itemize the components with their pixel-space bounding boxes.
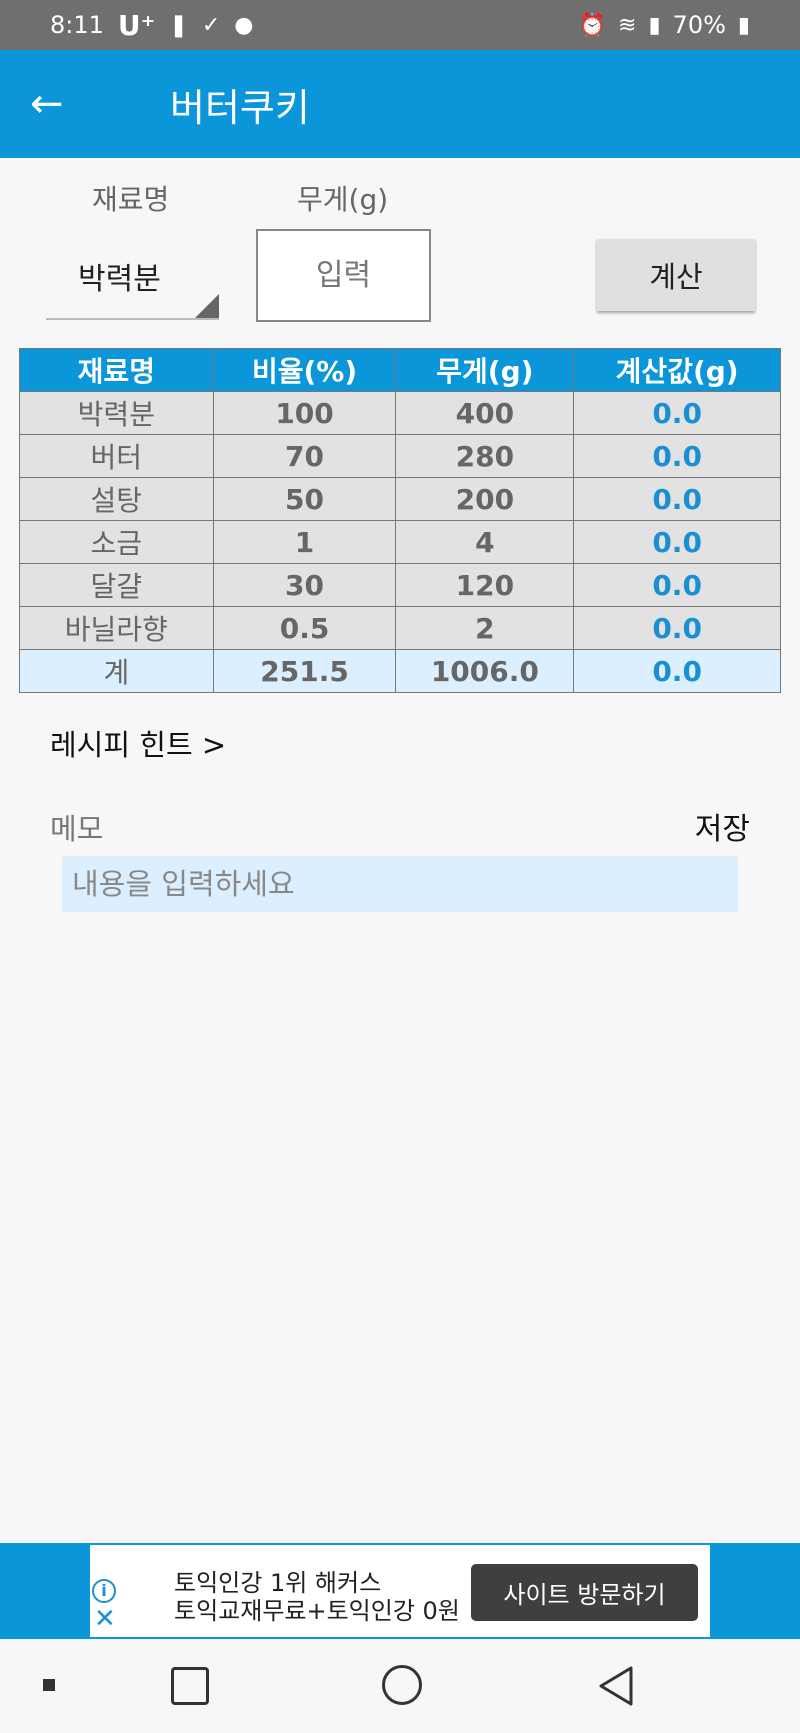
- table-total-row: 계 251.5 1006.0 0.0: [19, 649, 781, 693]
- system-nav-bar: [0, 1639, 800, 1733]
- ad-banner: i ✕ 토익인강 1위 해커스 토익교재무료+토익인강 0원 사이트 방문하기: [0, 1543, 800, 1639]
- cell-name: 박력분: [19, 391, 214, 435]
- table-header-row: 재료명 비율(%) 무게(g) 계산값(g): [19, 348, 781, 392]
- memo-input[interactable]: [62, 856, 738, 912]
- recent-apps-icon[interactable]: [171, 1667, 209, 1705]
- ad-visit-button[interactable]: 사이트 방문하기: [471, 1564, 698, 1621]
- close-icon[interactable]: ✕: [94, 1606, 116, 1632]
- calculate-button[interactable]: 계산: [597, 239, 755, 311]
- status-time: 8:11: [50, 11, 104, 39]
- dropdown-triangle-icon: [195, 294, 219, 318]
- memo-label: 메모: [50, 812, 104, 846]
- table-row: 바닐라향 0.5 2 0.0: [19, 606, 781, 650]
- cell-name: 달걀: [19, 563, 214, 607]
- cell-weight: 4: [395, 520, 575, 564]
- nav-back-icon[interactable]: [596, 1665, 636, 1707]
- total-weight: 1006.0: [395, 649, 575, 693]
- info-icon[interactable]: i: [92, 1579, 116, 1603]
- cell-ratio: 30: [212, 563, 397, 607]
- carrier-label: U⁺: [117, 8, 156, 42]
- cell-weight: 200: [395, 477, 575, 521]
- nav-dot-icon[interactable]: [43, 1679, 55, 1691]
- cell-name: 바닐라향: [19, 606, 214, 650]
- table-row: 박력분 100 400 0.0: [19, 391, 781, 435]
- table-row: 소금 1 4 0.0: [19, 520, 781, 564]
- cell-ratio: 1: [212, 520, 397, 564]
- signal-icon: ▮: [648, 12, 661, 38]
- recipe-hint-link[interactable]: 레시피 힌트 >: [50, 722, 226, 764]
- header-ratio: 비율(%): [212, 348, 397, 392]
- cell-weight: 280: [395, 434, 575, 478]
- cell-ratio: 50: [212, 477, 397, 521]
- table-row: 설탕 50 200 0.0: [19, 477, 781, 521]
- cell-ratio: 100: [212, 391, 397, 435]
- status-left: 8:11 U⁺ ❚ ✓ ●: [50, 9, 254, 42]
- status-right: ⏰ ≋ ▮ 70% ▮: [579, 11, 750, 39]
- ingredient-spinner[interactable]: 박력분: [46, 240, 219, 320]
- header-ingredient: 재료명: [19, 348, 214, 392]
- cell-name: 버터: [19, 434, 214, 478]
- save-button[interactable]: 저장: [695, 804, 750, 848]
- cell-calc: 0.0: [573, 391, 781, 435]
- header-weight: 무게(g): [395, 348, 575, 392]
- chat-bubble-icon: ●: [234, 12, 254, 38]
- cell-calc: 0.0: [573, 434, 781, 478]
- home-icon[interactable]: [382, 1665, 422, 1705]
- table-row: 달걀 30 120 0.0: [19, 563, 781, 607]
- cell-weight: 2: [395, 606, 575, 650]
- cell-name: 설탕: [19, 477, 214, 521]
- table-row: 버터 70 280 0.0: [19, 434, 781, 478]
- cell-calc: 0.0: [573, 477, 781, 521]
- cell-calc: 0.0: [573, 606, 781, 650]
- battery-percent: 70%: [672, 11, 726, 39]
- cell-name: 소금: [19, 520, 214, 564]
- wifi-icon: ≋: [618, 12, 637, 38]
- header-calc: 계산값(g): [573, 348, 781, 392]
- ad-content[interactable]: i ✕ 토익인강 1위 해커스 토익교재무료+토익인강 0원 사이트 방문하기: [90, 1545, 710, 1637]
- alarm-icon: ⏰: [578, 12, 606, 38]
- cell-weight: 120: [395, 563, 575, 607]
- ad-description: 토익교재무료+토익인강 0원: [174, 1597, 460, 1625]
- weight-label: 무게(g): [297, 183, 389, 216]
- selected-ingredient: 박력분: [78, 262, 161, 297]
- total-name: 계: [19, 649, 214, 693]
- recipe-table: 재료명 비율(%) 무게(g) 계산값(g) 박력분 100 400 0.0 버…: [19, 348, 781, 693]
- pill-icon: ❚: [169, 12, 188, 38]
- cell-weight: 400: [395, 391, 575, 435]
- back-arrow-icon[interactable]: ←: [30, 84, 100, 124]
- cell-ratio: 70: [212, 434, 397, 478]
- ingredient-label: 재료명: [92, 183, 170, 216]
- check-icon: ✓: [201, 12, 221, 38]
- cell-calc: 0.0: [573, 563, 781, 607]
- app-bar: ← 버터쿠키: [0, 50, 800, 158]
- page-title: 버터쿠키: [170, 85, 310, 130]
- cell-ratio: 0.5: [212, 606, 397, 650]
- battery-icon: ▮: [737, 12, 750, 38]
- status-bar: 8:11 U⁺ ❚ ✓ ● ⏰ ≋ ▮ 70% ▮: [0, 0, 800, 50]
- total-calc: 0.0: [573, 649, 781, 693]
- cell-calc: 0.0: [573, 520, 781, 564]
- total-ratio: 251.5: [212, 649, 397, 693]
- weight-input[interactable]: [256, 229, 431, 322]
